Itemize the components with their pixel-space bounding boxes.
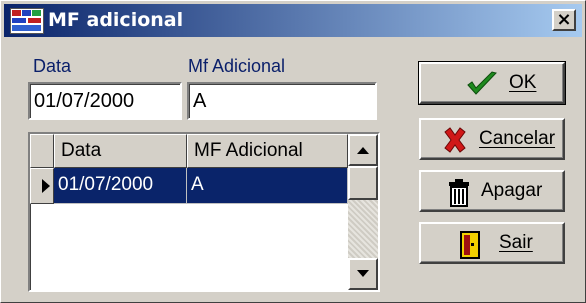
column-header-data[interactable]: Data bbox=[54, 134, 187, 168]
exit-label: Sair bbox=[499, 232, 533, 253]
cell-data[interactable]: 01/07/2000 bbox=[54, 168, 187, 204]
data-field[interactable]: 01/07/2000 bbox=[28, 82, 182, 120]
ok-label: OK bbox=[509, 72, 537, 93]
exit-button[interactable]: Sair bbox=[419, 222, 565, 264]
grid-header: Data MF Adicional bbox=[30, 134, 348, 168]
checkmark-icon bbox=[467, 71, 497, 95]
scroll-down-button[interactable] bbox=[348, 258, 378, 290]
scroll-up-button[interactable] bbox=[348, 134, 378, 166]
row-indicator bbox=[30, 168, 54, 204]
ok-button[interactable]: OK bbox=[418, 61, 566, 105]
header-corner bbox=[30, 134, 54, 168]
cancel-button[interactable]: Cancelar bbox=[419, 118, 565, 160]
close-icon: × bbox=[556, 9, 572, 30]
app-icon bbox=[10, 8, 44, 34]
table-row[interactable]: 01/07/2000 A bbox=[30, 168, 348, 204]
data-label: Data bbox=[33, 56, 72, 76]
cancel-label: Cancelar bbox=[479, 128, 556, 149]
red-x-icon bbox=[444, 127, 466, 153]
mf-adicional-label: Mf Adicional bbox=[188, 56, 286, 76]
exit-door-icon bbox=[460, 231, 480, 259]
close-button[interactable]: × bbox=[552, 9, 576, 31]
scroll-thumb[interactable] bbox=[348, 166, 378, 200]
dialog-window: MF adicional × Data 01/07/2000 Mf Adicio… bbox=[0, 0, 586, 303]
mf-adicional-field[interactable]: A bbox=[187, 82, 377, 120]
cell-mf-adicional[interactable]: A bbox=[187, 168, 348, 204]
arrow-up-icon bbox=[357, 147, 369, 154]
title-bar[interactable]: MF adicional × bbox=[4, 4, 582, 37]
records-grid[interactable]: Data MF Adicional 01/07/2000 A bbox=[28, 132, 380, 292]
vertical-scrollbar[interactable] bbox=[348, 134, 378, 290]
delete-label: Apagar bbox=[481, 180, 543, 201]
window-title: MF adicional bbox=[48, 9, 184, 31]
delete-button[interactable]: Apagar bbox=[419, 170, 565, 212]
arrow-down-icon bbox=[357, 270, 369, 277]
trash-can-icon bbox=[449, 179, 469, 207]
column-header-mf-adicional[interactable]: MF Adicional bbox=[187, 134, 348, 168]
